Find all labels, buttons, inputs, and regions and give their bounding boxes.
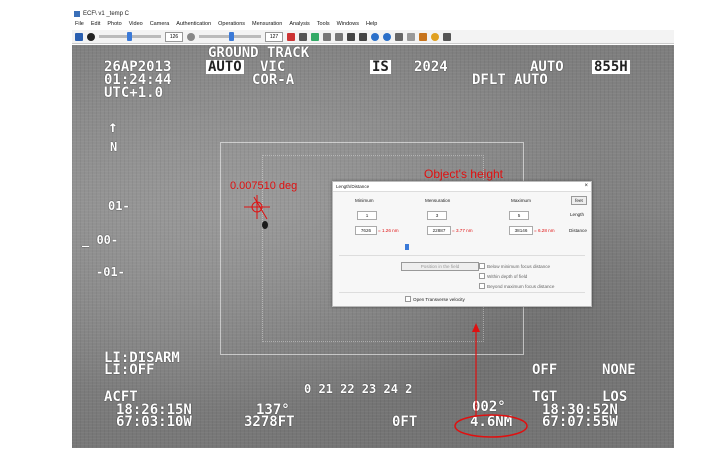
mensuration-slider-thumb[interactable] <box>405 244 409 250</box>
menu-operations[interactable]: Operations <box>218 21 245 27</box>
menu-photo[interactable]: Photo <box>107 21 121 27</box>
checkbox[interactable] <box>479 263 485 269</box>
zoom-out-icon[interactable] <box>359 32 367 41</box>
open-transverse-label: Open Transverse velocity <box>413 296 465 302</box>
title-bar: ECF\ v1 _temp C <box>72 8 674 19</box>
window-title: ECF\ v1 _temp C <box>83 10 130 17</box>
col-maximum: Maximum <box>511 198 531 203</box>
contrast-icon[interactable] <box>87 32 95 41</box>
save-icon[interactable] <box>311 32 319 41</box>
chk-open-transverse[interactable]: Open Transverse velocity <box>405 296 465 302</box>
toolbar: 126 127 <box>72 30 674 44</box>
redo-icon[interactable] <box>335 32 343 41</box>
divider <box>339 292 585 293</box>
checkbox[interactable] <box>479 273 485 279</box>
range-highlight <box>454 414 528 438</box>
brightness-icon[interactable] <box>187 32 195 41</box>
close-icon[interactable]: × <box>584 183 588 189</box>
brightness-value[interactable]: 127 <box>265 31 283 42</box>
contrast-value[interactable]: 126 <box>165 31 183 42</box>
app-icon <box>74 10 80 17</box>
chk-beyond-label: Beyond maximum focus distance <box>487 283 555 289</box>
max-distance-input[interactable]: 38146 <box>509 226 533 235</box>
min-length-input[interactable]: 1 <box>357 211 377 220</box>
menu-tools[interactable]: Tools <box>317 21 330 27</box>
sun-icon[interactable] <box>431 32 439 41</box>
divider <box>339 255 585 256</box>
chk-within-label: Within depth of field <box>487 273 528 279</box>
grid-icon[interactable] <box>407 32 415 41</box>
chk-below-label: Below minimum focus distance <box>487 263 551 269</box>
zoom-in-icon[interactable] <box>347 32 355 41</box>
length-label: Length <box>570 212 585 217</box>
plane-icon[interactable] <box>419 32 427 41</box>
rotate-left-icon[interactable] <box>371 32 379 41</box>
menu-bar: File Edit Photo Video Camera Authenticat… <box>72 19 674 29</box>
dialog-title: Length/Distance <box>333 182 591 192</box>
callout-arrow-head <box>472 323 480 332</box>
min-distance-input[interactable]: 7626 <box>355 226 377 235</box>
brightness-slider[interactable] <box>199 32 261 41</box>
undo-icon[interactable] <box>323 32 331 41</box>
menu-edit[interactable]: Edit <box>91 21 100 27</box>
min-nm: = 1.26 nm <box>378 228 399 233</box>
export-icon[interactable] <box>443 32 451 41</box>
menu-mensuration[interactable]: Mensuration <box>252 21 282 27</box>
menu-camera[interactable]: Camera <box>150 21 170 27</box>
app-window: ECF\ v1 _temp C File Edit Photo Video Ca… <box>72 8 674 448</box>
menu-video[interactable]: Video <box>129 21 143 27</box>
menu-windows[interactable]: Windows <box>337 21 359 27</box>
menu-file[interactable]: File <box>75 21 84 27</box>
slider-knob[interactable] <box>127 32 132 41</box>
max-nm: = 6.28 nm <box>534 228 555 233</box>
tool-a-icon[interactable] <box>287 32 295 41</box>
col-mensuration: Mensuration <box>425 198 451 203</box>
menu-help[interactable]: Help <box>366 21 377 27</box>
mens-length-input[interactable]: 3 <box>427 211 447 220</box>
contrast-slider[interactable] <box>99 32 161 41</box>
tool-b-icon[interactable] <box>299 32 307 41</box>
checkbox[interactable] <box>405 296 411 302</box>
target-marker <box>244 195 270 229</box>
pencil-icon[interactable] <box>75 32 83 41</box>
menu-analysis[interactable]: Analysis <box>289 21 309 27</box>
chk-within-dof[interactable]: Within depth of field <box>479 273 527 279</box>
checkbox[interactable] <box>479 283 485 289</box>
length-distance-dialog: Length/Distance × Minimum Mensuration Ma… <box>332 181 592 307</box>
fit-icon[interactable] <box>395 32 403 41</box>
chk-beyond-max[interactable]: Beyond maximum focus distance <box>479 283 554 289</box>
chk-below-min[interactable]: Below minimum focus distance <box>479 263 550 269</box>
slider-knob[interactable] <box>229 32 234 41</box>
mens-nm: = 3.77 nm <box>452 228 473 233</box>
unit-button[interactable]: feet <box>571 196 587 205</box>
menu-authentication[interactable]: Authentication <box>176 21 211 27</box>
position-field-button[interactable]: Position in the field <box>401 262 479 271</box>
mens-distance-input[interactable]: 22887 <box>427 226 451 235</box>
distance-label: Distance <box>569 228 587 233</box>
rotate-right-icon[interactable] <box>383 32 391 41</box>
max-length-input[interactable]: 5 <box>509 211 529 220</box>
col-minimum: Minimum <box>355 198 374 203</box>
